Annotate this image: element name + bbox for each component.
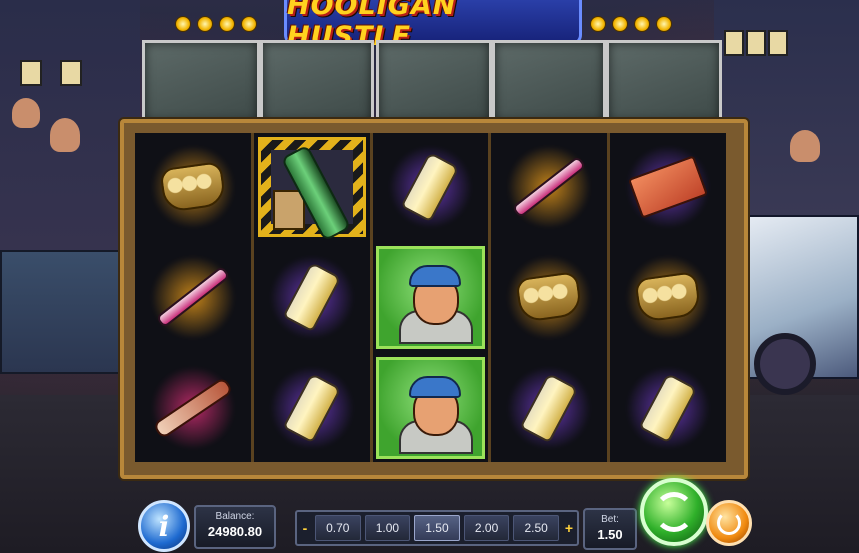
game-logo: HOOLIGAN HUSTLE (284, 0, 582, 52)
reel (372, 133, 489, 462)
molotov-box-symbol-icon (257, 137, 366, 242)
symbol-cell (373, 354, 489, 462)
symbol-cell (135, 243, 251, 351)
symbol-cell (373, 243, 489, 351)
bet-panel: Bet: 1.50 (583, 508, 637, 550)
wrecked-car (730, 215, 859, 395)
bet-option[interactable]: 2.50 (513, 515, 559, 541)
bet-option-selected[interactable]: 1.50 (414, 515, 460, 541)
symbol-cell (254, 354, 370, 462)
symbol-cell (610, 354, 726, 462)
reel (491, 133, 608, 462)
spin-arrows-icon (654, 492, 694, 532)
symbol-cell (491, 133, 607, 241)
symbol-cell (373, 133, 489, 241)
reel (135, 133, 251, 462)
bet-option[interactable]: 2.00 (463, 515, 510, 541)
reel (253, 133, 370, 462)
bet-increase-button[interactable]: + (561, 516, 577, 540)
bet-selector: - 0.70 1.00 1.50 2.00 2.50 + (295, 510, 579, 546)
marquee-lights-left (175, 14, 257, 34)
symbol-cell (254, 243, 370, 351)
reel (610, 133, 726, 462)
top-frames (140, 40, 722, 124)
crowd-person (12, 98, 40, 128)
symbol-cell (135, 354, 251, 462)
bet-decrease-button[interactable]: - (297, 516, 313, 540)
dumpster (0, 250, 124, 374)
spin-button[interactable] (640, 478, 708, 546)
top-frame (260, 40, 374, 124)
balance-panel: Balance: 24980.80 (194, 505, 276, 549)
crowd-person (790, 130, 820, 162)
symbol-cell (135, 133, 251, 241)
top-frame (376, 40, 492, 124)
reel-grid (135, 133, 726, 462)
top-frame (492, 40, 606, 124)
hooligan-wild-symbol-icon (375, 356, 486, 459)
symbol-cell (610, 243, 726, 351)
marquee-lights-right (590, 14, 672, 34)
balance-value: 24980.80 (207, 524, 263, 539)
symbol-cell (610, 133, 726, 241)
symbol-cell (491, 354, 607, 462)
top-frame (606, 40, 722, 124)
symbol-cell (254, 133, 370, 242)
info-icon: i (158, 509, 170, 543)
top-frame (142, 40, 260, 124)
bet-option[interactable]: 0.70 (315, 515, 361, 541)
hooligan-wild-symbol-icon (375, 246, 486, 349)
symbol-cell (491, 243, 607, 351)
bet-option[interactable]: 1.00 (364, 515, 411, 541)
autoplay-button[interactable] (706, 500, 752, 546)
balance-label: Balance: (215, 511, 255, 522)
bet-value: 1.50 (597, 527, 623, 542)
bet-label: Bet: (601, 514, 619, 525)
crowd-person (50, 118, 80, 152)
autoplay-icon (717, 511, 741, 535)
info-button[interactable]: i (138, 500, 190, 552)
